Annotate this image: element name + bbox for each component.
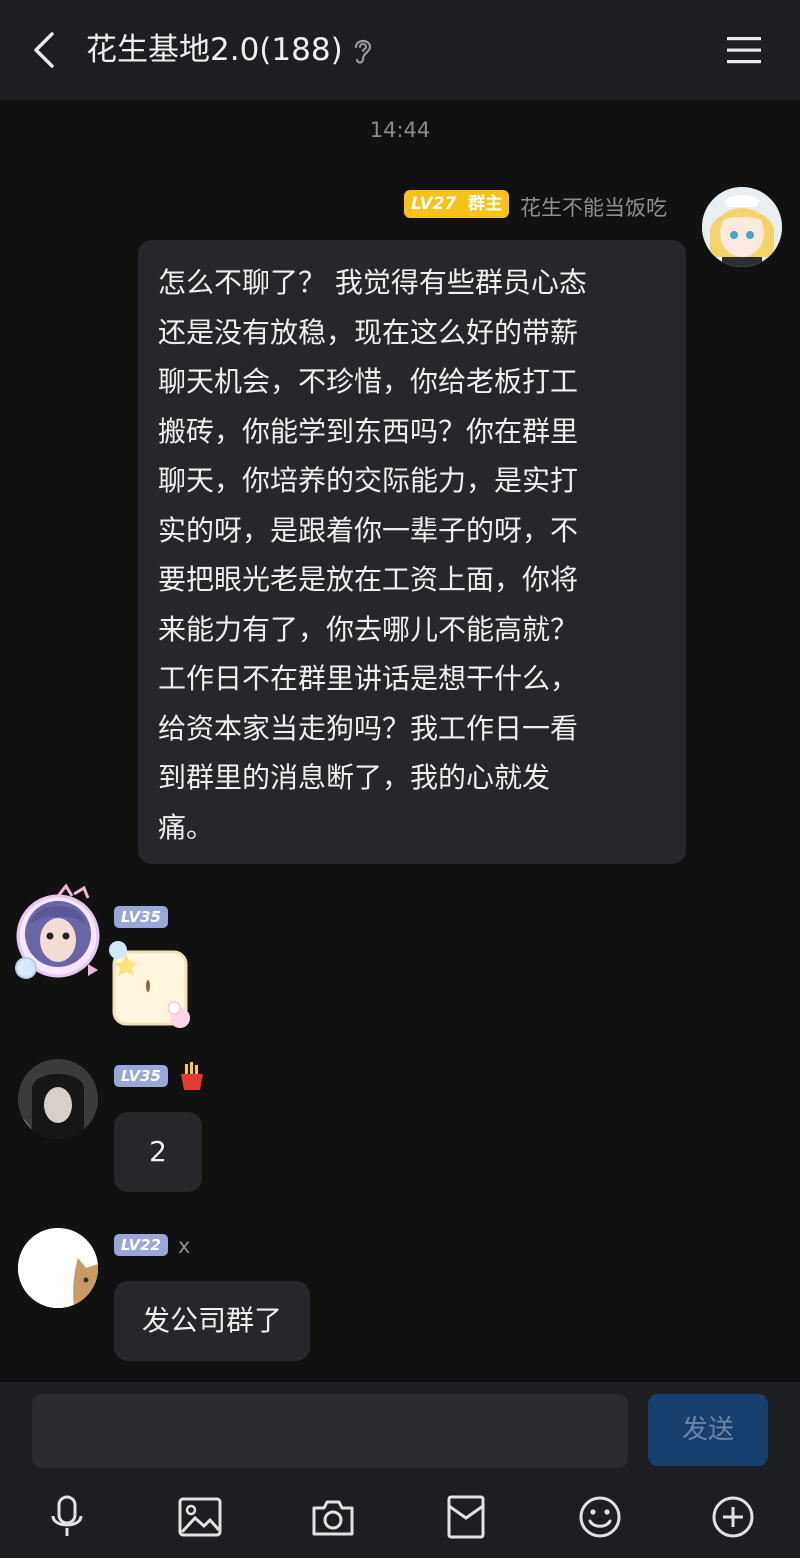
message-line: 聊天机会，不珍惜，你给老板打工 [158,365,579,398]
message-timestamp: 14:44 [369,118,431,142]
emoji-icon[interactable] [577,1494,623,1540]
avatar[interactable] [702,187,782,267]
sender-nickname[interactable]: 花生不能当饭吃 [520,192,667,222]
menu-icon[interactable] [726,34,762,66]
chat-header: 花生基地2.0(188) [0,0,800,100]
message-line: 给资本家当走狗吗？我工作日一看 [158,711,579,745]
kitty-sticker[interactable] [104,938,196,1038]
message-line: 搬砖，你能学到东西吗？你在群里 [158,414,579,448]
plus-icon[interactable] [710,1494,756,1540]
level-badge: LV35 [114,906,168,928]
group-title[interactable]: 花生基地2.0(188) [86,28,343,72]
message-line: 痛。 [158,810,215,844]
avatar[interactable] [14,883,104,984]
send-button[interactable]: 发送 [648,1394,768,1466]
avatar[interactable] [18,1059,98,1139]
message-line: 来能力有了，你去哪儿不能高就？ [158,612,579,646]
message-bubble[interactable]: 发公司群了 [114,1281,310,1361]
level-badge: LV35 [114,1065,168,1087]
message-line: 还是没有放稳，现在这么好的带薪 [158,315,579,349]
level-badge: LV22 [114,1234,168,1256]
ear-icon[interactable] [350,36,376,66]
avatar[interactable] [18,1228,98,1308]
redpacket-icon[interactable] [443,1494,489,1540]
doll-avatar-image [15,883,100,979]
level-text: LV27 [411,194,457,214]
sticker-image [109,941,190,1028]
message-line: 工作日不在群里讲话是想干什么， [158,662,579,695]
message-line: 聊天，你培养的交际能力，是实打 [158,464,579,497]
camera-icon[interactable] [310,1494,356,1540]
microphone-icon[interactable] [44,1494,90,1540]
message-line: 到群里的消息断了，我的心就发 [158,761,551,794]
back-arrow-icon[interactable] [28,28,60,72]
role-text: 群主 [468,194,503,214]
message-line: 怎么不聊了？ 我觉得有些群员心态 [158,266,587,299]
message-input[interactable] [32,1394,628,1468]
cat-avatar-image [18,1228,98,1308]
owner-level-badge: LV27 群主 [404,190,510,218]
sender-nickname[interactable]: x [178,1234,190,1258]
anime-avatar-image [702,187,782,267]
message-bubble[interactable]: 2 [114,1112,202,1192]
image-icon[interactable] [177,1494,223,1540]
dark-avatar-image [18,1059,98,1139]
message-bubble[interactable]: 怎么不聊了？ 我觉得有些群员心态 还是没有放稳，现在这么好的带薪 聊天机会，不珍… [138,240,686,864]
fries-icon [181,1062,203,1090]
message-line: 实的呀，是跟着你一辈子的呀，不 [158,513,579,547]
message-line: 要把眼光老是放在工资上面，你将 [158,563,579,596]
